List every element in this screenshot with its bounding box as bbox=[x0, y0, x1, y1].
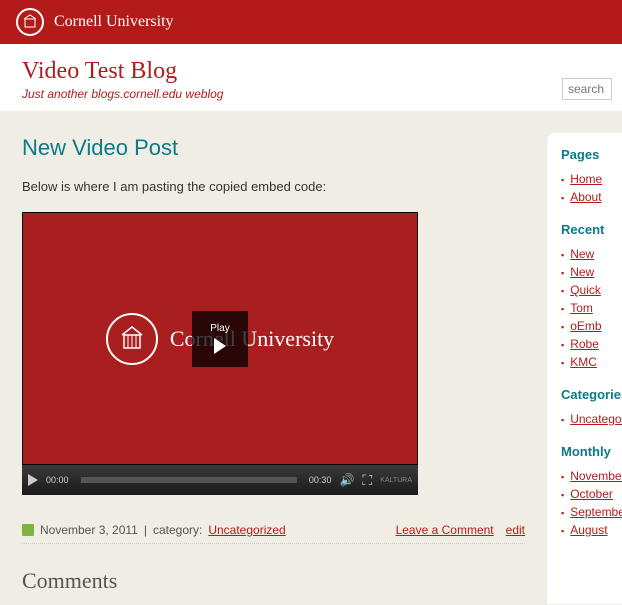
post-body: Below is where I am pasting the copied e… bbox=[22, 179, 525, 194]
search-input[interactable] bbox=[562, 78, 612, 100]
cornell-seal-icon bbox=[106, 313, 158, 365]
list-item: New bbox=[561, 245, 618, 263]
blog-header: Video Test Blog Just another blogs.corne… bbox=[0, 44, 622, 111]
sidebar-link[interactable]: About bbox=[570, 190, 601, 204]
list-item: Tom bbox=[561, 299, 618, 317]
widget-title-pages: Pages bbox=[561, 147, 618, 162]
meta-separator: | bbox=[144, 523, 147, 537]
sidebar-link[interactable]: Robe bbox=[570, 337, 599, 351]
volume-icon[interactable] bbox=[339, 473, 354, 487]
sidebar-link[interactable]: November bbox=[570, 469, 622, 483]
sidebar-link[interactable]: Uncategorized bbox=[570, 412, 622, 426]
sidebar-link[interactable]: oEmb bbox=[570, 319, 601, 333]
play-label: Play bbox=[210, 323, 229, 334]
list-item: New bbox=[561, 263, 618, 281]
play-icon bbox=[214, 338, 226, 354]
cornell-logo[interactable]: Cornell University bbox=[16, 8, 174, 36]
categories-list: Uncategorized bbox=[561, 410, 618, 428]
content-wrap: New Video Post Below is where I am pasti… bbox=[0, 111, 622, 604]
list-item: November bbox=[561, 467, 618, 485]
sidebar-link[interactable]: Quick bbox=[570, 283, 601, 297]
list-item: oEmb bbox=[561, 317, 618, 335]
list-item: KMC bbox=[561, 353, 618, 371]
comments-heading: Comments bbox=[22, 568, 525, 594]
post-title[interactable]: New Video Post bbox=[22, 135, 525, 161]
university-header: Cornell University bbox=[0, 0, 622, 44]
sidebar-link[interactable]: September bbox=[570, 505, 622, 519]
list-item: Quick bbox=[561, 281, 618, 299]
widget-title-categories: Categories bbox=[561, 387, 618, 402]
blog-tagline: Just another blogs.cornell.edu weblog bbox=[22, 87, 600, 101]
sidebar-link[interactable]: August bbox=[570, 523, 607, 537]
progress-bar[interactable] bbox=[81, 477, 297, 483]
list-item: Home bbox=[561, 170, 618, 188]
post-date: November 3, 2011 bbox=[40, 523, 138, 537]
sidebar-link[interactable]: Tom bbox=[570, 301, 593, 315]
sidebar-link[interactable]: Home bbox=[570, 172, 602, 186]
category-link[interactable]: Uncategorized bbox=[208, 523, 285, 537]
blog-title[interactable]: Video Test Blog bbox=[22, 58, 600, 85]
sidebar-link[interactable]: October bbox=[570, 487, 613, 501]
post-meta: November 3, 2011 | category: Uncategoriz… bbox=[22, 517, 525, 544]
video-player: Cornell University Play 00:00 00:30 KALT… bbox=[22, 212, 418, 495]
list-item: About bbox=[561, 188, 618, 206]
main-column: New Video Post Below is where I am pasti… bbox=[0, 111, 547, 604]
control-play-icon[interactable] bbox=[28, 474, 38, 486]
pages-list: Home About bbox=[561, 170, 618, 206]
category-label: category: bbox=[153, 523, 202, 537]
provider-label: KALTURA bbox=[380, 477, 412, 484]
time-total: 00:30 bbox=[309, 475, 332, 485]
calendar-icon bbox=[22, 524, 34, 536]
list-item: Robe bbox=[561, 335, 618, 353]
list-item: October bbox=[561, 485, 618, 503]
leave-comment-link[interactable]: Leave a Comment bbox=[396, 523, 494, 537]
video-frame[interactable]: Cornell University Play bbox=[22, 212, 418, 465]
time-current: 00:00 bbox=[46, 475, 69, 485]
edit-link[interactable]: edit bbox=[506, 523, 525, 537]
sidebar: Pages Home About Recent New New Quick Tom oEm… bbox=[547, 133, 622, 604]
play-button[interactable]: Play bbox=[192, 311, 248, 367]
sidebar-link[interactable]: New bbox=[570, 247, 594, 261]
sidebar-link[interactable]: KMC bbox=[570, 355, 597, 369]
list-item: Uncategorized bbox=[561, 410, 618, 428]
university-name: Cornell University bbox=[54, 13, 174, 31]
widget-title-monthly: Monthly bbox=[561, 444, 618, 459]
widget-title-recent: Recent bbox=[561, 222, 618, 237]
sidebar-link[interactable]: New bbox=[570, 265, 594, 279]
cornell-seal-icon bbox=[16, 8, 44, 36]
list-item: August bbox=[561, 521, 618, 539]
fullscreen-icon[interactable] bbox=[362, 472, 372, 489]
list-item: September bbox=[561, 503, 618, 521]
recent-list: New New Quick Tom oEmb Robe KMC bbox=[561, 245, 618, 371]
monthly-list: November October September August bbox=[561, 467, 618, 539]
video-controls: 00:00 00:30 KALTURA bbox=[22, 465, 418, 495]
